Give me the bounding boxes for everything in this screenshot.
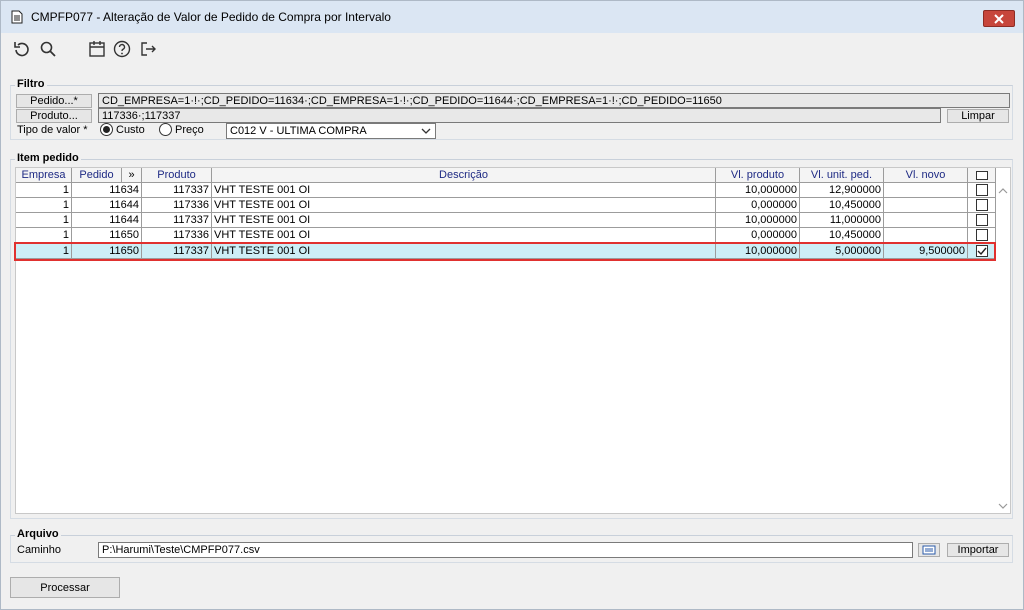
search-icon[interactable]: [37, 38, 59, 60]
table-row[interactable]: 1 11644 117336 VHT TESTE 001 OI 0,000000…: [16, 198, 996, 213]
col-vl-novo[interactable]: Vl. novo: [884, 168, 968, 183]
cell-vl-produto: 10,000000: [716, 183, 800, 198]
cell-vl-unit: 10,450000: [800, 228, 884, 243]
browse-file-button[interactable]: [918, 543, 940, 557]
scroll-up-icon[interactable]: [998, 186, 1008, 198]
exit-icon[interactable]: [137, 38, 159, 60]
cell-vl-unit: 11,000000: [800, 213, 884, 228]
importar-button[interactable]: Importar: [947, 543, 1009, 557]
col-descricao[interactable]: Descrição: [212, 168, 716, 183]
title-bar: CMPFP077 - Alteração de Valor de Pedido …: [1, 1, 1023, 33]
col-vl-produto[interactable]: Vl. produto: [716, 168, 800, 183]
cell-check[interactable]: [968, 213, 996, 228]
cell-empresa: 1: [16, 183, 72, 198]
document-icon: [9, 9, 25, 25]
col-produto[interactable]: Produto: [142, 168, 212, 183]
toolbar: [1, 34, 1023, 66]
pedido-button[interactable]: Pedido...*: [16, 94, 92, 108]
cell-produto: 117337: [142, 183, 212, 198]
col-select-all[interactable]: [968, 168, 996, 183]
item-pedido-title: Item pedido: [15, 152, 81, 164]
radio-custo[interactable]: Custo: [100, 123, 145, 136]
radio-preco[interactable]: Preço: [159, 123, 204, 136]
select-all-icon[interactable]: [975, 170, 988, 180]
filtro-title: Filtro: [15, 78, 47, 90]
main-window: CMPFP077 - Alteração de Valor de Pedido …: [0, 0, 1024, 610]
radio-preco-circle[interactable]: [159, 123, 172, 136]
close-icon: [994, 13, 1004, 24]
cell-pedido: 11634: [72, 183, 142, 198]
cell-vl-produto: 0,000000: [716, 198, 800, 213]
col-expand[interactable]: »: [122, 168, 142, 183]
row-checkbox[interactable]: [975, 214, 988, 226]
window-title: CMPFP077 - Alteração de Valor de Pedido …: [31, 10, 391, 24]
radio-custo-label: Custo: [116, 123, 145, 136]
pedido-field[interactable]: CD_EMPRESA=1·!·;CD_PEDIDO=11634·;CD_EMPR…: [98, 93, 1010, 108]
limpar-button[interactable]: Limpar: [947, 109, 1009, 123]
cell-descricao: VHT TESTE 001 OI: [212, 213, 716, 228]
row-checkbox[interactable]: [975, 229, 988, 241]
cell-check[interactable]: [968, 198, 996, 213]
cell-pedido: 11644: [72, 213, 142, 228]
browse-icon: [922, 545, 936, 555]
cell-produto: 117336: [142, 198, 212, 213]
selected-row-highlight: [14, 242, 996, 261]
select-value: C012 V - ULTIMA COMPRA: [230, 125, 367, 137]
cell-descricao: VHT TESTE 001 OI: [212, 198, 716, 213]
table-header: Empresa Pedido » Produto Descrição Vl. p…: [16, 168, 996, 183]
radio-preco-label: Preço: [175, 123, 204, 136]
cell-produto: 117336: [142, 228, 212, 243]
cell-check[interactable]: [968, 183, 996, 198]
table-row[interactable]: 1 11634 117337 VHT TESTE 001 OI 10,00000…: [16, 183, 996, 198]
help-icon[interactable]: [111, 38, 133, 60]
chevron-down-icon: [421, 126, 431, 139]
tipo-valor-label: Tipo de valor *: [17, 124, 88, 136]
cell-pedido: 11644: [72, 198, 142, 213]
cell-empresa: 1: [16, 213, 72, 228]
cell-descricao: VHT TESTE 001 OI: [212, 228, 716, 243]
caminho-label: Caminho: [17, 544, 62, 556]
cell-check[interactable]: [968, 228, 996, 243]
produto-button[interactable]: Produto...: [16, 109, 92, 123]
arquivo-title: Arquivo: [15, 528, 61, 540]
item-pedido-table: Empresa Pedido » Produto Descrição Vl. p…: [15, 167, 1011, 514]
produto-field[interactable]: 117336·;117337: [98, 108, 941, 123]
row-checkbox[interactable]: [975, 199, 988, 211]
row-checkbox[interactable]: [975, 184, 988, 196]
col-vl-unit[interactable]: Vl. unit. ped.: [800, 168, 884, 183]
col-empresa[interactable]: Empresa: [16, 168, 72, 183]
cell-descricao: VHT TESTE 001 OI: [212, 183, 716, 198]
tipo-valor-select[interactable]: C012 V - ULTIMA COMPRA: [226, 123, 436, 139]
cell-vl-produto: 0,000000: [716, 228, 800, 243]
scroll-down-icon[interactable]: [998, 501, 1008, 513]
cell-produto: 117337: [142, 213, 212, 228]
cell-vl-produto: 10,000000: [716, 213, 800, 228]
cell-vl-novo[interactable]: [884, 198, 968, 213]
processar-button[interactable]: Processar: [10, 577, 120, 598]
cell-vl-novo[interactable]: [884, 213, 968, 228]
undo-icon[interactable]: [11, 38, 33, 60]
cell-empresa: 1: [16, 198, 72, 213]
close-button[interactable]: [983, 10, 1015, 27]
table-row[interactable]: 1 11644 117337 VHT TESTE 001 OI 10,00000…: [16, 213, 996, 228]
calendar-icon[interactable]: [86, 38, 108, 60]
col-pedido[interactable]: Pedido: [72, 168, 122, 183]
cell-vl-novo[interactable]: [884, 228, 968, 243]
caminho-field[interactable]: P:\Harumi\Teste\CMPFP077.csv: [98, 542, 913, 558]
radio-custo-circle[interactable]: [100, 123, 113, 136]
cell-vl-unit: 12,900000: [800, 183, 884, 198]
cell-vl-novo[interactable]: [884, 183, 968, 198]
cell-empresa: 1: [16, 228, 72, 243]
cell-pedido: 11650: [72, 228, 142, 243]
table-row[interactable]: 1 11650 117336 VHT TESTE 001 OI 0,000000…: [16, 228, 996, 243]
cell-vl-unit: 10,450000: [800, 198, 884, 213]
